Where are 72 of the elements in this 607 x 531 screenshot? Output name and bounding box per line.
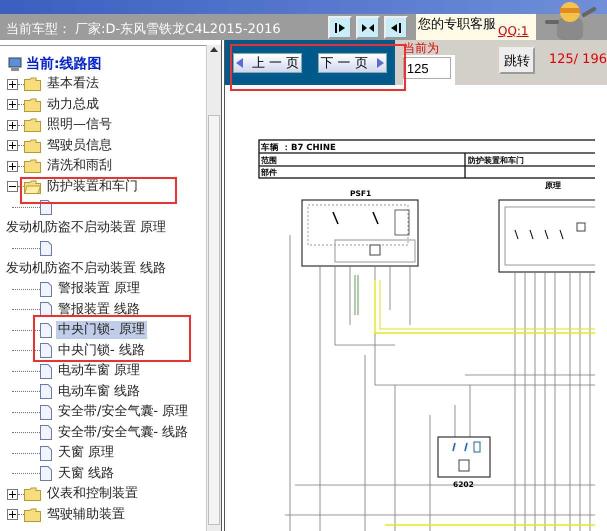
tree-folder[interactable]: 仪表和控制装置	[45, 485, 140, 504]
expand-toggle[interactable]	[7, 488, 18, 500]
document-icon	[40, 364, 52, 379]
tree-folder[interactable]: 清洗和雨刮	[45, 157, 114, 176]
document-icon	[40, 240, 52, 256]
document-icon	[40, 384, 52, 400]
tree-folder[interactable]: 驾驶辅助装置	[45, 506, 127, 524]
expand-toggle[interactable]	[7, 160, 18, 172]
folder-icon	[24, 77, 41, 92]
support-text: 您的专职客服	[418, 16, 496, 33]
arrow-right-icon	[334, 22, 346, 34]
tree-folder[interactable]: 照明—信号	[45, 116, 114, 134]
vehicle-model-text: 当前车型： 厂家:D-东风雪铁龙C4L2015-2016	[5, 21, 282, 39]
document-icon	[40, 446, 52, 461]
folder-icon	[24, 138, 41, 153]
tree-item[interactable]: 天窗 原理	[56, 444, 116, 462]
tree-item[interactable]: 发动机防盗不启动装置 原理	[4, 218, 168, 237]
tree-item[interactable]: 警报装置 线路	[56, 300, 142, 319]
tree-item[interactable]: 安全带/安全气囊- 原理	[56, 403, 190, 422]
tree-item[interactable]: 中央门锁- 原理	[56, 321, 147, 340]
tree-item[interactable]: 中央门锁- 线路	[56, 342, 147, 360]
layout-button[interactable]	[384, 16, 408, 39]
folder-icon	[24, 159, 41, 174]
scroll-up-icon[interactable]	[210, 47, 218, 52]
document-icon	[40, 322, 52, 338]
folder-icon	[24, 508, 41, 522]
tree-item[interactable]: 发动机防盗不启动装置 线路	[4, 260, 168, 278]
expand-toggle[interactable]	[7, 509, 18, 520]
tree-folder[interactable]: 防护装置和车门	[45, 178, 140, 196]
tree-folder[interactable]: 动力总成	[45, 96, 101, 114]
tree-item[interactable]: 天窗 线路	[56, 464, 116, 483]
page-count: 125/ 196	[548, 52, 607, 69]
tree-root[interactable]: 当前:线路图	[26, 55, 102, 73]
qq-link[interactable]: QQ:1	[498, 24, 529, 38]
collapse-toggle[interactable]	[7, 181, 18, 192]
document-icon	[40, 302, 52, 318]
arrow-left-icon	[236, 58, 244, 68]
scope-label: 范围	[260, 156, 277, 165]
arrow-right-icon	[376, 58, 384, 68]
tree-folder[interactable]: 基本看法	[45, 75, 101, 94]
section-title: 原理	[544, 181, 561, 190]
folder-icon	[24, 487, 41, 502]
expand-toggle[interactable]	[7, 78, 18, 90]
vehicle-label: 车辆 ：B7 CHINE	[260, 143, 336, 153]
scope-value: 防护装置和车门	[468, 156, 524, 165]
computer-icon	[8, 56, 22, 72]
open-folder-icon	[24, 180, 41, 194]
arrows-inward-icon	[361, 22, 375, 34]
document-icon	[40, 466, 52, 482]
page-number-field[interactable]: 125	[402, 57, 451, 79]
arrow-left-icon	[390, 22, 402, 34]
document-icon	[40, 282, 52, 297]
tree-item[interactable]: 安全带/安全气囊- 线路	[56, 424, 190, 442]
expand-toggle[interactable]	[7, 140, 18, 152]
layout-button[interactable]	[328, 16, 352, 39]
previous-page-button[interactable]: 上 一 页	[232, 52, 302, 72]
part-label: 部件	[260, 168, 277, 177]
document-icon	[40, 404, 52, 420]
tree-item[interactable]: 警报装置 原理	[56, 280, 142, 298]
layout-button[interactable]	[356, 16, 380, 39]
tree-item[interactable]: 电动车窗 原理	[56, 362, 142, 380]
next-page-button[interactable]: 下 一 页	[318, 52, 387, 72]
tree-folder[interactable]: 驾驶员信息	[45, 136, 114, 155]
scrollbar[interactable]	[206, 45, 221, 531]
tree-item[interactable]: 电动车窗 线路	[56, 382, 142, 401]
jump-button[interactable]: 跳转	[498, 47, 535, 74]
expand-toggle[interactable]	[7, 99, 18, 110]
document-icon	[40, 425, 52, 440]
expand-toggle[interactable]	[7, 120, 18, 131]
folder-icon	[24, 118, 41, 132]
folder-icon	[24, 98, 41, 112]
document-icon	[40, 343, 52, 358]
